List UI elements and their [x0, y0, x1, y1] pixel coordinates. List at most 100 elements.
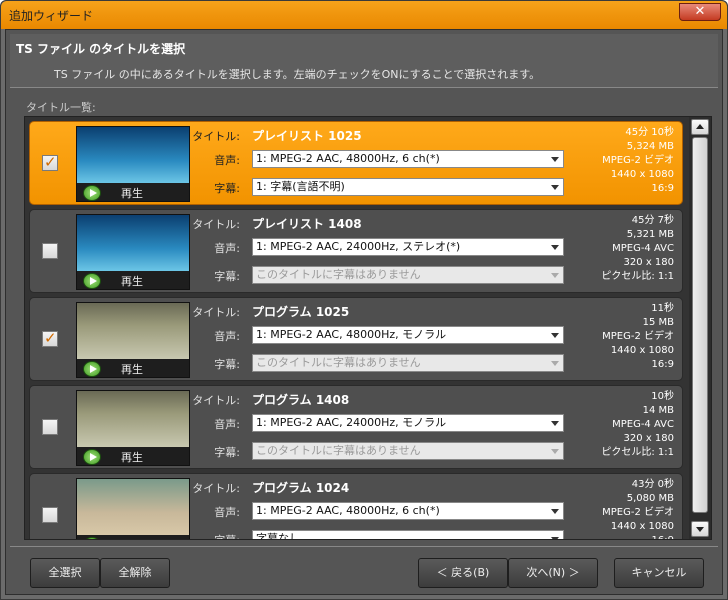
wizard-window: 追加ウィザード ✕ TS ファイル のタイトルを選択 TS ファイル の中にある…	[0, 0, 728, 600]
play-label[interactable]: 再生	[121, 361, 143, 377]
title-row[interactable]: 再生 タイトル: プログラム 1408 音声: 1: MPEG-2 AAC, 2…	[29, 385, 683, 469]
title-metadata: 10秒 14 MB MPEG-4 AVC 320 x 180 ピクセル比: 1:1	[601, 390, 674, 460]
play-icon[interactable]	[83, 537, 101, 539]
title-row[interactable]: 再生 タイトル: プレイリスト 1408 音声: 1: MPEG-2 AAC, …	[29, 209, 683, 293]
chevron-down-icon	[551, 185, 559, 190]
audio-select[interactable]: 1: MPEG-2 AAC, 48000Hz, 6 ch(*)	[252, 502, 564, 520]
chevron-down-icon	[551, 273, 559, 278]
title-meta-line: 16:9	[651, 183, 674, 194]
title-metadata: 11秒 15 MB MPEG-2 ビデオ 1440 x 1080 16:9	[602, 302, 674, 372]
title-row[interactable]: 再生 タイトル: プログラム 1024 音声: 1: MPEG-2 AAC, 4…	[29, 473, 683, 539]
title-thumbnail: 再生	[76, 390, 190, 466]
scrollbar-thumb[interactable]	[692, 137, 708, 513]
title-metadata: 43分 0秒 5,080 MB MPEG-2 ビデオ 1440 x 1080 16:9	[602, 478, 674, 539]
vertical-scrollbar[interactable]	[689, 117, 711, 539]
chevron-down-icon	[551, 245, 559, 250]
title-list[interactable]: ✓ 再生 タイトル: プレイリスト 1025 音声: 1: MPEG-2 AAC…	[24, 116, 712, 540]
title-field-label: タイトル:	[192, 394, 240, 407]
audio-field-label: 音声:	[214, 506, 240, 519]
title-meta-line: ピクセル比: 1:1	[601, 447, 674, 458]
next-button[interactable]: 次へ(N) ＞	[508, 558, 598, 588]
audio-field-label: 音声:	[214, 330, 240, 343]
play-label[interactable]: 再生	[121, 185, 143, 201]
title-meta-line: 1440 x 1080	[610, 169, 674, 180]
title-meta-line: MPEG-2 ビデオ	[602, 331, 674, 342]
title-meta-line: 15 MB	[642, 317, 674, 328]
subtitle-select[interactable]: 字幕なし	[252, 530, 564, 539]
play-icon[interactable]	[83, 273, 101, 289]
title-row[interactable]: ✓ 再生 タイトル: プレイリスト 1025 音声: 1: MPEG-2 AAC…	[29, 121, 683, 205]
back-button[interactable]: ＜ 戻る(B)	[418, 558, 508, 588]
title-name: プログラム 1024	[252, 481, 350, 495]
title-meta-line: 45分 10秒	[625, 127, 674, 138]
audio-select-value: 1: MPEG-2 AAC, 24000Hz, ステレオ(*)	[256, 240, 461, 253]
audio-field-label: 音声:	[214, 242, 240, 255]
title-field-label: タイトル:	[192, 130, 240, 143]
window-title: 追加ウィザード	[9, 9, 94, 23]
cancel-button[interactable]: キャンセル	[614, 558, 704, 588]
title-meta-line: 1440 x 1080	[610, 345, 674, 356]
audio-field-label: 音声:	[214, 154, 240, 167]
subtitle-select-value: このタイトルに字幕はありません	[256, 356, 421, 369]
subtitle-select[interactable]: 1: 字幕(言語不明)	[252, 178, 564, 196]
thumbnail-image	[77, 303, 189, 359]
wizard-footer: 全選択 全解除 ＜ 戻る(B) 次へ(N) ＞ キャンセル	[10, 546, 718, 594]
dialog-body: TS ファイル のタイトルを選択 TS ファイル の中にあるタイトルを選択します…	[5, 29, 723, 595]
chevron-down-icon	[551, 449, 559, 454]
audio-select-value: 1: MPEG-2 AAC, 48000Hz, 6 ch(*)	[256, 152, 440, 165]
title-meta-line: 320 x 180	[623, 433, 674, 444]
title-name: プレイリスト 1025	[252, 129, 362, 143]
title-row[interactable]: ✓ 再生 タイトル: プログラム 1025 音声: 1: MPEG-2 AAC,…	[29, 297, 683, 381]
close-icon: ✕	[694, 4, 706, 19]
subtitle-select: このタイトルに字幕はありません	[252, 442, 564, 460]
play-label[interactable]: 再生	[121, 537, 143, 539]
audio-select[interactable]: 1: MPEG-2 AAC, 48000Hz, モノラル	[252, 326, 564, 344]
title-name: プログラム 1408	[252, 393, 350, 407]
audio-select-value: 1: MPEG-2 AAC, 24000Hz, モノラル	[256, 416, 447, 429]
wizard-header: TS ファイル のタイトルを選択 TS ファイル の中にあるタイトルを選択します…	[10, 34, 718, 88]
chevron-down-icon	[551, 333, 559, 338]
close-button[interactable]: ✕	[679, 3, 721, 21]
title-thumbnail: 再生	[76, 302, 190, 378]
title-meta-line: 16:9	[651, 359, 674, 370]
title-field-label: タイトル:	[192, 306, 240, 319]
title-meta-line: MPEG-4 AVC	[612, 419, 674, 430]
title-checkbox[interactable]: ✓	[42, 153, 58, 171]
subtitle-field-label: 字幕:	[214, 446, 240, 459]
play-icon[interactable]	[83, 361, 101, 377]
scroll-up-button[interactable]	[691, 119, 709, 135]
title-meta-line: 5,080 MB	[626, 493, 674, 504]
title-meta-line: ピクセル比: 1:1	[601, 271, 674, 282]
audio-select[interactable]: 1: MPEG-2 AAC, 24000Hz, ステレオ(*)	[252, 238, 564, 256]
subtitle-field-label: 字幕:	[180, 532, 240, 539]
scroll-down-button[interactable]	[691, 521, 709, 537]
play-label[interactable]: 再生	[121, 273, 143, 289]
title-meta-line: 1440 x 1080	[610, 521, 674, 532]
title-meta-line: MPEG-2 ビデオ	[602, 507, 674, 518]
audio-field-label: 音声:	[214, 418, 240, 431]
title-thumbnail: 再生	[76, 478, 190, 539]
title-meta-line: 5,324 MB	[626, 141, 674, 152]
title-checkbox[interactable]	[42, 243, 58, 259]
title-checkbox[interactable]: ✓	[42, 329, 58, 347]
subtitle-select: このタイトルに字幕はありません	[252, 354, 564, 372]
play-icon[interactable]	[83, 185, 101, 201]
chevron-down-icon	[551, 157, 559, 162]
play-label[interactable]: 再生	[121, 449, 143, 465]
chevron-down-icon	[551, 421, 559, 426]
audio-select[interactable]: 1: MPEG-2 AAC, 48000Hz, 6 ch(*)	[252, 150, 564, 168]
play-icon[interactable]	[83, 449, 101, 465]
chevron-down-icon	[551, 361, 559, 366]
title-checkbox[interactable]	[42, 507, 58, 523]
title-meta-line: MPEG-2 ビデオ	[602, 155, 674, 166]
select-all-button[interactable]: 全選択	[30, 558, 100, 588]
deselect-all-button[interactable]: 全解除	[100, 558, 170, 588]
thumbnail-image	[77, 391, 189, 447]
audio-select[interactable]: 1: MPEG-2 AAC, 24000Hz, モノラル	[252, 414, 564, 432]
title-field-label: タイトル:	[192, 482, 240, 495]
title-field-label: タイトル:	[192, 218, 240, 231]
audio-select-value: 1: MPEG-2 AAC, 48000Hz, 6 ch(*)	[256, 504, 440, 517]
thumbnail-image	[77, 127, 189, 183]
chevron-down-icon	[551, 537, 559, 539]
title-checkbox[interactable]	[42, 419, 58, 435]
